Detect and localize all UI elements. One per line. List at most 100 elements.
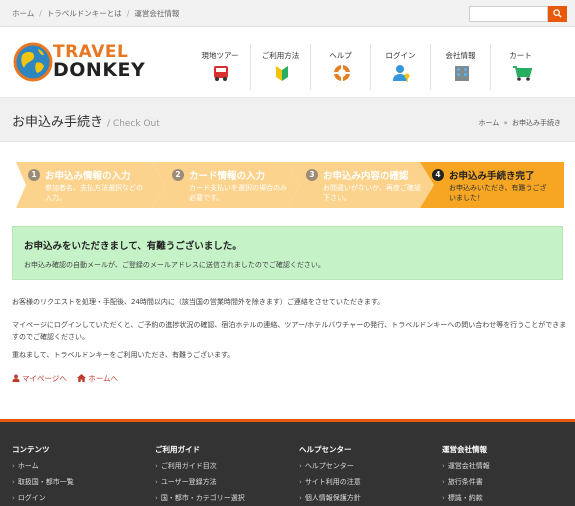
nav-item-login[interactable]: ログイン (370, 44, 430, 90)
step-number: 2 (172, 169, 184, 181)
footer-link-label: 取扱国・都市一覧 (17, 478, 74, 486)
chevron-right-icon: › (155, 462, 158, 470)
nav-item-label: 会社情報 (445, 51, 476, 60)
nav-item-cart[interactable]: カート (490, 44, 550, 90)
footer-link[interactable]: › 標識・約款 (442, 493, 572, 503)
chevron-right-icon: › (299, 494, 302, 502)
footer-column-help: ヘルプセンター › ヘルプセンター › サイト利用の注意 › 個人情報保護方針 (299, 444, 429, 503)
page-breadcrumb: ホーム » お申込み手続き (478, 118, 561, 128)
step-number: 3 (306, 169, 318, 181)
step-title: カード情報の入力 (189, 171, 266, 182)
step-number: 4 (432, 169, 444, 181)
chevron-right-icon: › (442, 478, 445, 486)
footer-link-label: 標識・約款 (447, 494, 483, 502)
page-subtitle: / Check Out (107, 119, 160, 129)
site-logo[interactable]: TRAVEL DONKEY (12, 40, 145, 86)
footer-link-label: 運営会社情報 (447, 462, 490, 470)
breadcrumb-home-link[interactable]: ホーム (12, 9, 34, 18)
info-paragraph-2: マイページにログインしていただくと、ご予約の進捗状況の確認、宿泊ホテルの連絡、ツ… (12, 321, 567, 341)
step-title: お申込み情報の入力 (45, 171, 131, 182)
footer-link[interactable]: › ホーム (12, 461, 142, 471)
home-icon (77, 374, 87, 382)
nav-item-tours[interactable]: 現地ツアー (190, 44, 250, 90)
step-description: 参加者名、支払方法選択などの入力。 (45, 184, 143, 202)
chevron-right-icon: › (442, 462, 445, 470)
step-title: お申込み手続き完了 (449, 171, 535, 182)
footer-link-label: 国・都市・カテゴリー選択 (160, 494, 245, 502)
footer-link[interactable]: › 運営会社情報 (442, 461, 572, 471)
bus-icon (214, 66, 228, 81)
top-bar: ホーム / トラベルドンキーとは / 運営会社情報 (0, 0, 575, 27)
search-input[interactable] (469, 6, 548, 22)
footer-link[interactable]: › 旅行条件書 (442, 477, 572, 487)
nav-item-label: カート (509, 51, 532, 60)
nav-item-guide[interactable]: ご利用方法 (250, 44, 310, 90)
page-breadcrumb-home-link[interactable]: ホーム (478, 119, 499, 127)
step-title: お申込み内容の確認 (323, 171, 409, 182)
chevron-right-icon: › (442, 494, 445, 502)
home-link[interactable]: ホームへ (77, 374, 118, 383)
step-4-active: 4 お申込み手続き完了 お申込みいただき、有難うございました！ (418, 162, 564, 208)
step-1: 1 お申込み情報の入力 参加者名、支払方法選択などの入力。 (16, 162, 166, 208)
home-link-label: ホームへ (88, 374, 119, 383)
chevron-right-icon: › (299, 478, 302, 486)
footer-column-guide: ご利用ガイド › ご利用ガイド目次 › ユーザー登録方法 › 国・都市・カテゴリー選択 (155, 444, 285, 503)
search-icon (553, 9, 562, 18)
footer-link[interactable]: › 個人情報保護方針 (299, 493, 429, 503)
checkout-steps: 1 お申込み情報の入力 参加者名、支払方法選択などの入力。 2 カード情報の入力… (16, 162, 564, 208)
footer-column-contents: コンテンツ › ホーム › 取扱国・都市一覧 › ログイン (12, 444, 142, 503)
site-footer: コンテンツ › ホーム › 取扱国・都市一覧 › ログイン ご利用ガイド › ご利用ガイ… (0, 419, 575, 506)
page-title: お申込み手続き / Check Out (12, 111, 160, 130)
step-3: 3 お申込み内容の確認 お間違いがないか、再度ご確認下さい。 (284, 162, 434, 208)
breadcrumb-company-link[interactable]: 運営会社情報 (134, 9, 179, 18)
nav-item-label: ヘルプ (329, 51, 352, 60)
user-icon (12, 374, 20, 382)
footer-link[interactable]: › ログイン (12, 493, 142, 503)
nav-item-label: ご利用方法 (261, 51, 300, 60)
footer-link[interactable]: › ご利用ガイド目次 (155, 461, 285, 471)
footer-link[interactable]: › サイト利用の注意 (299, 477, 429, 487)
footer-link[interactable]: › ユーザー登録方法 (155, 477, 285, 487)
page-breadcrumb-current: お申込み手続き (512, 119, 561, 127)
nav-item-company[interactable]: 会社情報 (430, 44, 490, 90)
page-title-band: お申込み手続き / Check Out ホーム » お申込み手続き (0, 97, 575, 142)
footer-link[interactable]: › 国・都市・カテゴリー選択 (155, 493, 285, 503)
info-paragraph-1: お客様のリクエストを処理・手配後、24時間以内に（該当国の営業時間外を除きます）… (12, 298, 385, 306)
nav-item-label: ログイン (385, 51, 416, 60)
mypage-link[interactable]: マイページへ (12, 374, 67, 383)
beginner-mark-icon (276, 66, 288, 81)
breadcrumb: ホーム / トラベルドンキーとは / 運営会社情報 (12, 9, 180, 18)
chevron-right-icon: › (12, 478, 15, 486)
step-description: お間違いがないか、再度ご確認下さい。 (323, 184, 421, 202)
footer-link-label: サイト利用の注意 (304, 478, 361, 486)
search-box (469, 6, 567, 22)
nav-item-help[interactable]: ヘルプ (310, 44, 370, 90)
chevron-right-icon: › (12, 494, 15, 502)
step-description: お申込みいただき、有難うございました！ (449, 184, 547, 202)
info-paragraph-3: 重ねまして、トラベルドンキーをご利用いただき、有難うございます。 (12, 351, 235, 359)
footer-heading: ヘルプセンター (299, 445, 352, 454)
nav-item-label: 現地ツアー (201, 51, 239, 60)
footer-link[interactable]: › ヘルプセンター (299, 461, 429, 471)
footer-heading: ご利用ガイド (155, 445, 200, 454)
footer-column-company: 運営会社情報 › 運営会社情報 › 旅行条件書 › 標識・約款 (442, 444, 572, 503)
footer-heading: 運営会社情報 (442, 445, 487, 454)
footer-link-label: ヘルプセンター (304, 462, 354, 470)
step-number: 1 (28, 169, 40, 181)
footer-link-label: ご利用ガイド目次 (160, 462, 217, 470)
footer-link-label: ホーム (17, 462, 39, 470)
footer-link-label: ユーザー登録方法 (160, 478, 217, 486)
footer-link[interactable]: › 取扱国・都市一覧 (12, 477, 142, 487)
step-2: 2 カード情報の入力 カード支払いを選択の場合のみ必要です。 (150, 162, 300, 208)
footer-link-label: 旅行条件書 (447, 478, 483, 486)
footer-link-label: ログイン (17, 494, 46, 502)
breadcrumb-about-link[interactable]: トラベルドンキーとは (47, 9, 122, 18)
success-message-box: お申込みをいただきまして、有難うございました。 お申込み確認の自動メールが、ご登… (12, 226, 563, 280)
mypage-link-label: マイページへ (22, 374, 67, 383)
success-text: お申込み確認の自動メールが、ご登録のメールアドレスに送信されましたのでご確認くだ… (24, 261, 325, 269)
lifebuoy-icon (334, 65, 350, 81)
building-icon (455, 66, 469, 81)
user-key-icon (393, 65, 410, 82)
search-button[interactable] (548, 6, 567, 22)
footer-heading: コンテンツ (12, 445, 50, 454)
